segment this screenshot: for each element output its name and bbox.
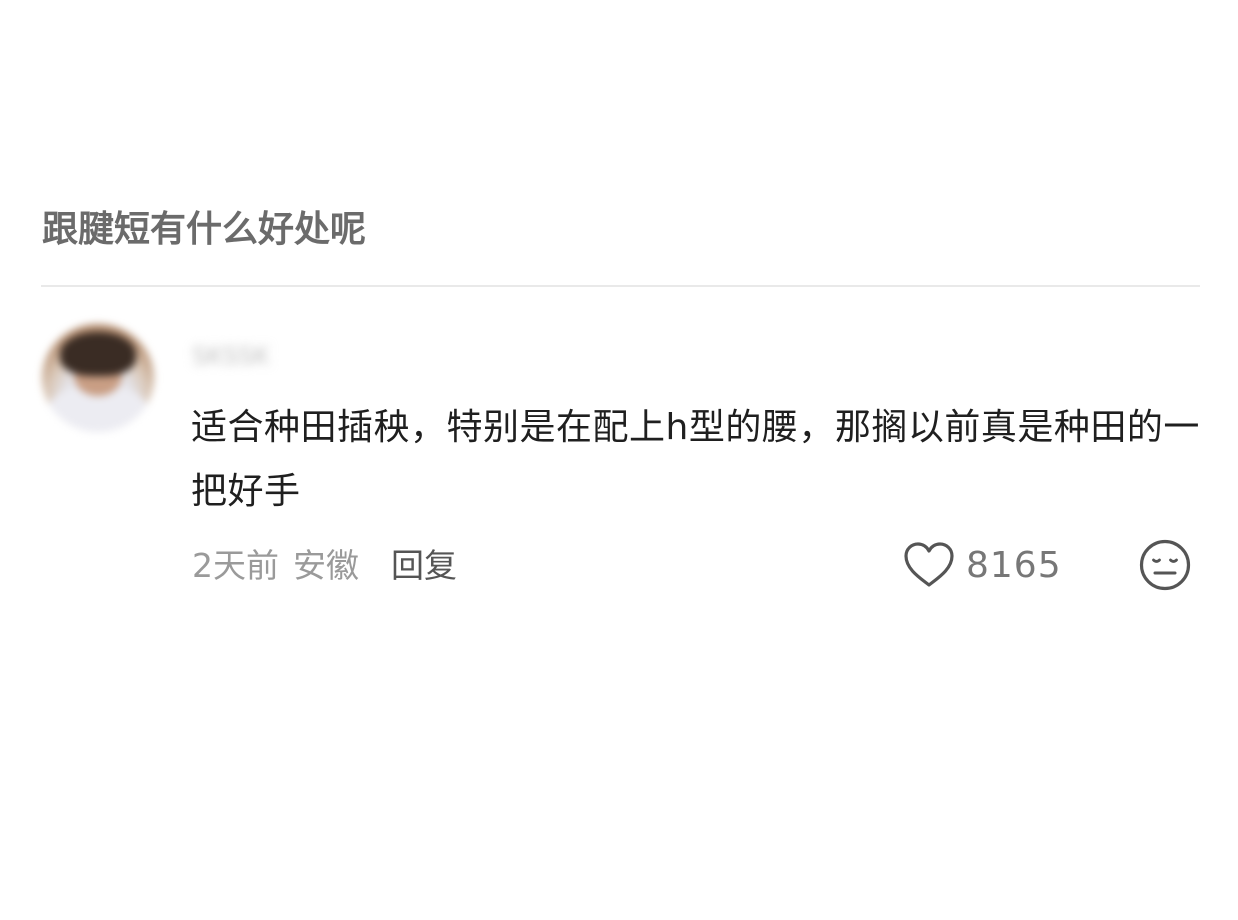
username[interactable]: SKSSK (192, 338, 269, 374)
avatar-hair (60, 332, 136, 376)
comment-meta: 2天前 安徽 回复 (192, 536, 457, 590)
comment-location: 安徽 (293, 546, 359, 585)
comment-time: 2天前 (192, 546, 279, 585)
avatar[interactable] (42, 324, 154, 432)
reply-button[interactable]: 回复 (391, 539, 457, 587)
like-button[interactable]: 8165 (902, 538, 1062, 592)
comment-text: 适合种田插秧，特别是在配上h型的腰，那搁以前真是种田的一把好手 (191, 407, 1200, 512)
comment-item: SKSSK 适合种田插秧，特别是在配上h型的腰，那搁以前真是种田的一把好手 2天… (0, 0, 1238, 920)
heart-outline-icon[interactable] (902, 540, 956, 590)
comment-page: 跟腱短有什么好处呢 SKSSK 适合种田插秧，特别是在配上h型的腰，那搁以前真是… (0, 0, 1238, 920)
neutral-face-icon[interactable] (1138, 538, 1192, 592)
like-count: 8165 (966, 544, 1062, 586)
